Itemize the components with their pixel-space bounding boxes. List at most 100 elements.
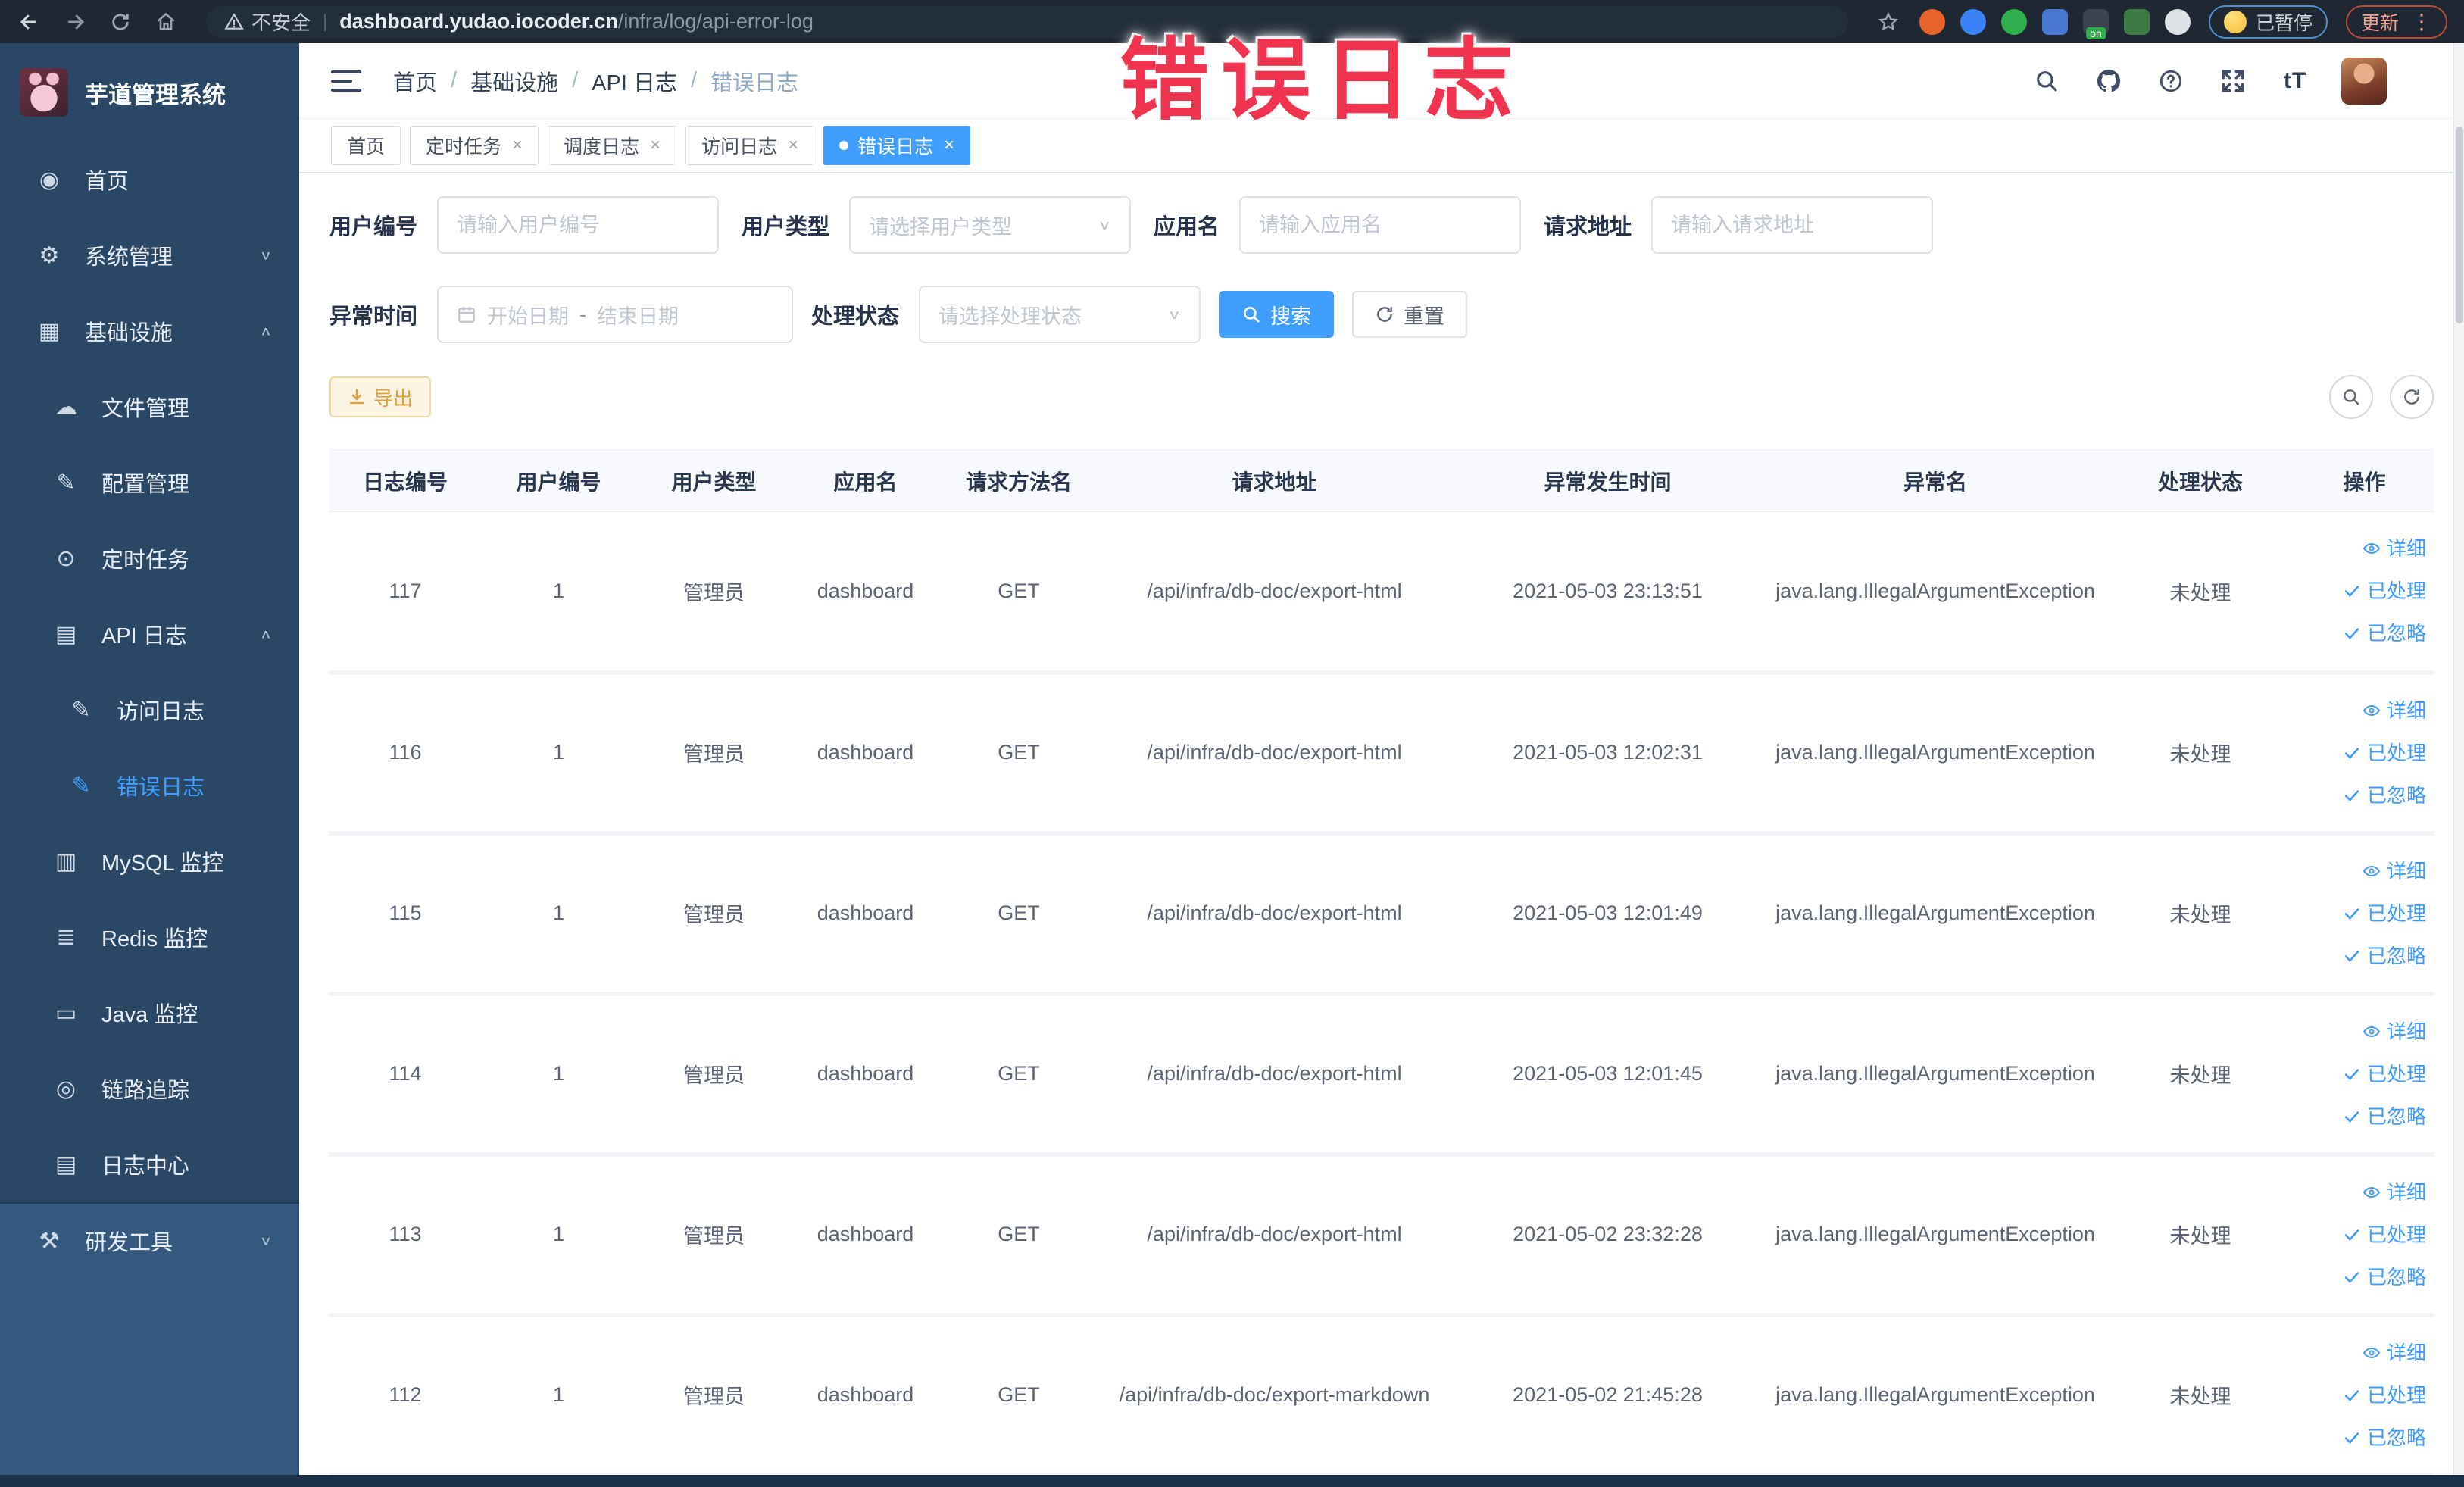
orange-ring-extension-icon[interactable] [1919,8,1945,35]
sidebar-item[interactable]: ▤ API 日志 ∧ [0,596,299,672]
view-tab[interactable]: 错误日志 × [823,126,971,165]
reload-icon[interactable] [108,9,133,35]
close-icon[interactable]: × [650,135,661,156]
view-tab[interactable]: 定时任务 × [410,126,539,165]
sidebar-item[interactable]: ⚒ 研发工具 ∨ [0,1202,299,1278]
sidebar-item[interactable]: ◎ 链路追踪 [0,1051,299,1126]
sidebar-item[interactable]: ☁ 文件管理 [0,369,299,445]
close-icon[interactable]: × [512,135,523,156]
browser-right-controls: on 已暂停 更新 ⋮ [1875,5,2447,39]
cell-exception-time: 2021-05-02 21:45:28 [1451,1314,1765,1475]
sidebar-item[interactable]: ▦ 基础设施 ∧ [0,293,299,369]
detail-link[interactable]: 详细 [2295,1171,2426,1214]
sidebar-item[interactable]: ≣ Redis 监控 [0,899,299,975]
export-button[interactable]: 导出 [329,376,432,417]
sidebar-item[interactable]: ✎ 访问日志 [0,672,299,748]
table-row: 114 1 管理员 dashboard GET /api/infra/db-do… [329,993,2434,1157]
field-label: 应用名 [1154,215,1220,239]
white-paw-extension-icon[interactable] [2164,8,2191,35]
mark-processed-link[interactable]: 已处理 [2295,1374,2426,1417]
cell-app-name: dashboard [792,1314,939,1475]
tab-label: 定时任务 [426,136,502,158]
detail-link[interactable]: 详细 [2295,689,2426,732]
cell-log-id: 115 [329,833,481,996]
end-date-placeholder: 结束日期 [597,305,679,328]
app-name-input[interactable] [1259,213,1502,237]
mark-processed-link[interactable]: 已处理 [2295,732,2426,774]
view-tab[interactable]: 首页 [331,126,401,165]
detail-link[interactable]: 详细 [2295,1011,2426,1053]
scrollbar-thumb[interactable] [2456,127,2463,323]
sidebar-item[interactable]: ▤ 日志中心 [0,1126,299,1202]
font-size-icon[interactable]: tT [2279,65,2311,97]
detail-link[interactable]: 详细 [2295,1332,2426,1374]
paused-extension-pill[interactable]: 已暂停 [2208,5,2328,39]
mark-ignored-link[interactable]: 已忽略 [2295,612,2426,654]
check-icon [2344,1111,2359,1123]
check-icon [2344,1229,2359,1241]
date-range-picker[interactable]: 开始日期 - 结束日期 [437,286,794,343]
breadcrumb-item[interactable]: API 日志 / [592,65,710,97]
cell-method: GET [939,833,1098,996]
view-tab[interactable]: 访问日志 × [685,126,815,165]
browser-menu-icon[interactable]: ⋮ [2411,9,2432,34]
green-check-extension-icon[interactable] [2000,8,2027,35]
blue-grid-extension-icon[interactable] [2041,8,2068,35]
switch-on-extension-icon[interactable]: on [2082,8,2109,39]
user-type-select[interactable]: 请选择用户类型 ∨ [849,196,1132,254]
sidebar-item[interactable]: ⚙ 系统管理 ∨ [0,217,299,293]
sidebar-item[interactable]: ◉ 首页 [0,142,299,217]
mark-processed-link[interactable]: 已处理 [2295,892,2426,935]
view-tab[interactable]: 调度日志 × [548,126,677,165]
user-id-input[interactable] [457,213,700,237]
green-leaf-extension-icon[interactable] [2123,8,2150,35]
breadcrumb-item[interactable]: 错误日志/ [710,65,798,97]
help-icon[interactable] [2155,65,2187,97]
fullscreen-icon[interactable] [2217,65,2249,97]
refresh-button[interactable] [2390,375,2434,419]
avatar[interactable] [2341,57,2387,105]
security-warning[interactable]: 不安全 [224,8,311,36]
sidebar-item-label: 日志中心 [101,1154,190,1179]
sidebar-item[interactable]: ✎ 配置管理 [0,445,299,520]
sidebar-item[interactable]: ▭ Java 监控 [0,975,299,1051]
github-icon[interactable] [2093,65,2125,97]
breadcrumb-item[interactable]: 基础设施 / [470,65,592,97]
mark-processed-link[interactable]: 已处理 [2295,1053,2426,1095]
mark-processed-link[interactable]: 已处理 [2295,570,2426,612]
mark-ignored-link[interactable]: 已忽略 [2295,774,2426,817]
home-icon[interactable] [153,9,179,35]
mark-ignored-link[interactable]: 已忽略 [2295,935,2426,977]
mark-ignored-link[interactable]: 已忽略 [2295,1417,2426,1459]
mark-ignored-link[interactable]: 已忽略 [2295,1256,2426,1298]
reset-button[interactable]: 重置 [1352,291,1468,338]
hamburger-icon[interactable] [331,70,361,92]
app-logo[interactable]: 芋道管理系统 [0,43,299,142]
detail-link[interactable]: 详细 [2295,850,2426,892]
toggle-search-button[interactable] [2329,375,2373,419]
update-button[interactable]: 更新 ⋮ [2345,5,2447,39]
close-icon[interactable]: × [944,135,954,156]
app-body: 芋道管理系统 ◉ 首页 ⚙ 系统管理 ∨ ▦ 基础设施 ∧ ☁ 文件管理 ✎ 配… [0,43,2464,1475]
detail-link[interactable]: 详细 [2295,527,2426,570]
request-url-input[interactable] [1671,213,1914,237]
close-icon[interactable]: × [788,135,798,156]
search-icon[interactable] [2031,65,2063,97]
breadcrumb-item[interactable]: 首页 / [393,65,470,97]
mark-ignored-link[interactable]: 已忽略 [2295,1095,2426,1138]
address-bar[interactable]: 不安全 | dashboard.yudao.iocoder.cn/infra/l… [206,5,1848,38]
search-button[interactable]: 搜索 [1219,291,1335,338]
forward-icon[interactable] [62,9,88,35]
sidebar-item[interactable]: ▥ MySQL 监控 [0,823,299,899]
mark-processed-link[interactable]: 已处理 [2295,1214,2426,1256]
page-scrollbar[interactable] [2453,43,2464,1475]
process-status-select[interactable]: 请选择处理状态 ∨ [919,286,1201,343]
emoji-face-icon [2223,10,2247,33]
bookmark-star-icon[interactable] [1875,9,1901,35]
cell-user-type: 管理员 [636,1314,792,1475]
blue-pin-extension-icon[interactable] [1960,8,1986,35]
sidebar-item[interactable]: ⊙ 定时任务 [0,520,299,596]
extension-icons: on [1919,8,2191,39]
sidebar-item[interactable]: ✎ 错误日志 [0,748,299,823]
back-icon[interactable] [17,9,42,35]
